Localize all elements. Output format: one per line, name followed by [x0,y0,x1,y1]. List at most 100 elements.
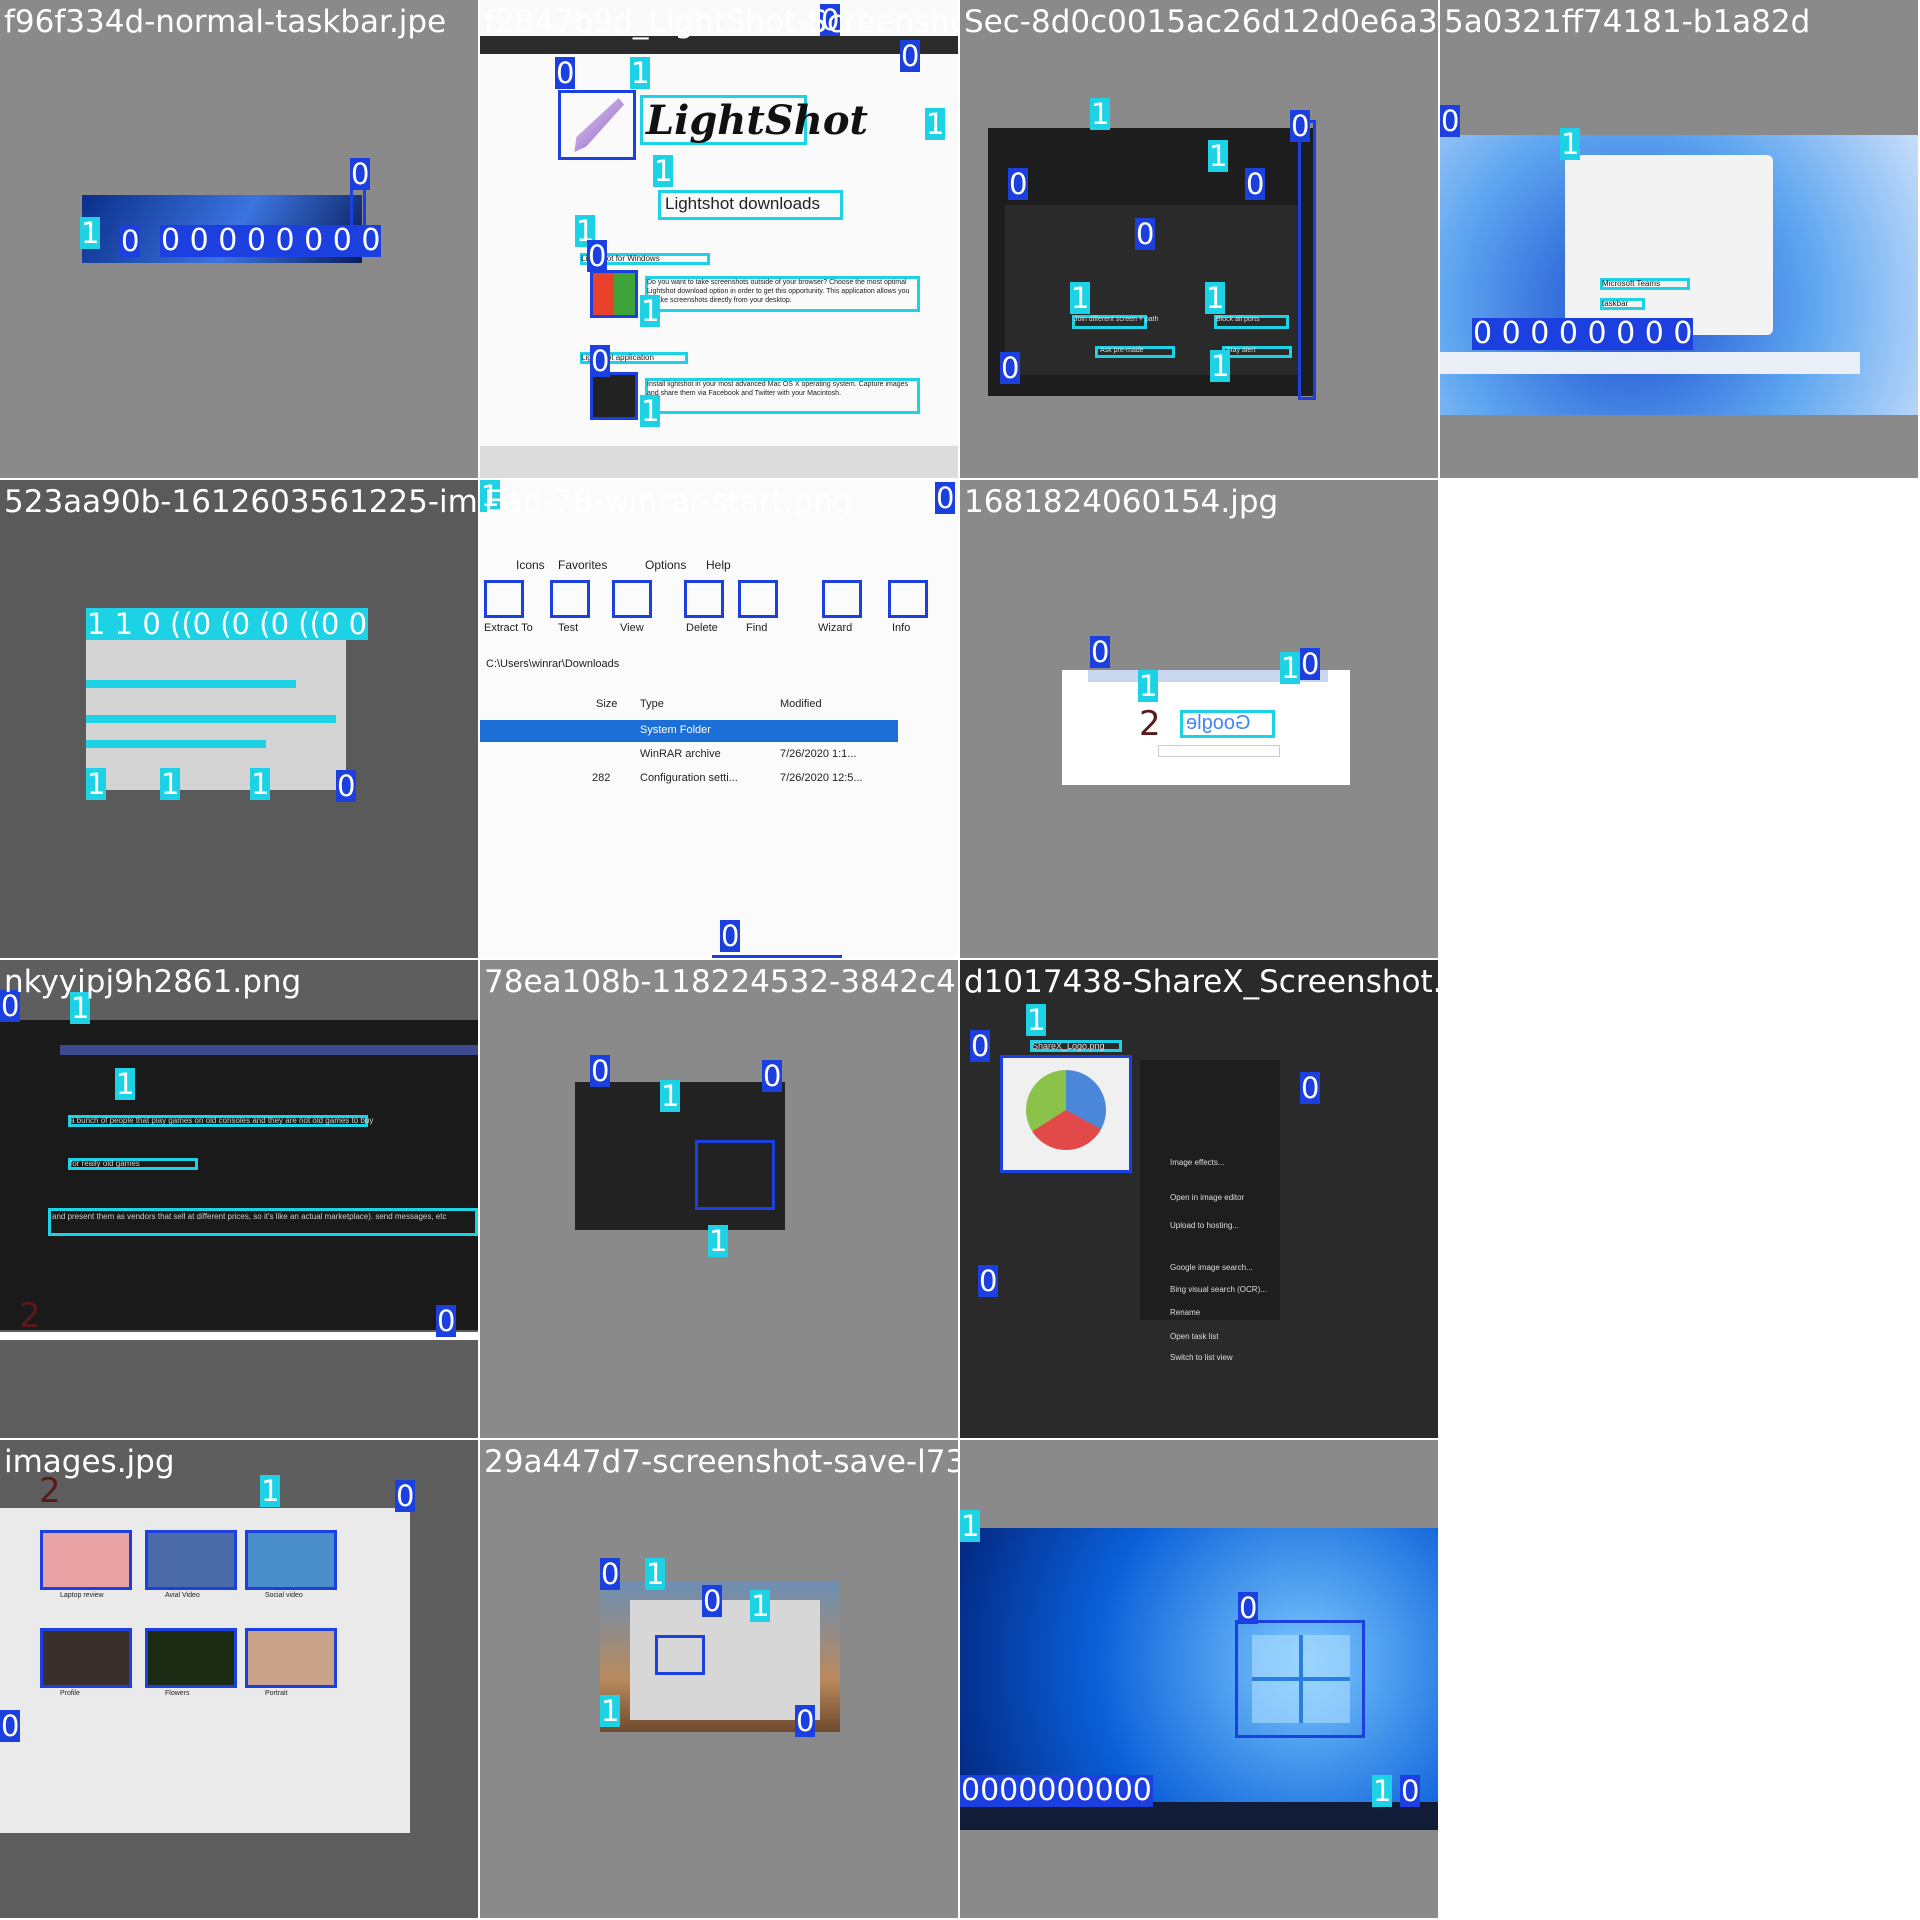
class-label: 0 [1135,217,1156,251]
class-label: 1 [1210,349,1231,383]
context-menu [1140,1060,1280,1320]
tb-extract[interactable]: Extract To [484,622,533,634]
windows-text: Do you want to take screenshots outside … [647,279,910,304]
add-icon[interactable] [484,580,524,618]
class-label: 2 [19,1296,41,1336]
tile-title: 78ea108b-118224532-3842c4001-6638-Shar [484,964,958,1000]
class-label: 1 1 0 ((0 (0 (0 ((0 0 [86,607,369,641]
class-label: 1 [600,1694,621,1728]
class-label: 1 [160,767,181,801]
class-label: 1 [250,767,271,801]
class-label: 1 [750,1589,771,1623]
class-label: 0 [350,157,371,191]
menu-item[interactable]: Open task list [1170,1332,1218,1341]
tb-info[interactable]: Info [892,622,910,634]
mac-text: Install lightshot in your most advanced … [647,381,909,397]
tb-delete[interactable]: Delete [686,622,718,634]
sec-button-2[interactable]: Block all ports [1216,316,1260,323]
menu-item-teams[interactable]: Microsoft Teams [1602,279,1660,288]
class-label: 2 [1139,704,1161,744]
text-line [86,715,336,723]
menu-item[interactable]: Switch to list view [1170,1353,1233,1362]
class-label: 1 [640,294,661,328]
context-menu [1565,155,1773,335]
class-label: 0 [1008,167,1029,201]
row-size: 282 [592,772,611,784]
menu-icons[interactable]: Icons [516,558,545,572]
class-label: 0 [336,769,357,803]
col-modified[interactable]: Modified [780,698,822,710]
thumbnail[interactable] [145,1628,237,1688]
tile-images-grid: images.jpg Laptop review Avial Video Soc… [0,1440,478,1918]
tile-lightshot: f2847b9d_LightShot-Screenshot-TAH-Downlo… [480,0,958,478]
reply-input[interactable] [0,1332,478,1340]
thumbnail[interactable] [245,1530,337,1590]
card-caption: Profile [60,1690,80,1697]
menu-favorites[interactable]: Favorites [558,558,607,572]
class-label: 1 [1280,651,1301,685]
windows-logo [590,270,638,318]
tile-winrar: Ead-78-winrar-start.png Icons Favorites … [480,480,958,958]
class-label: 1 [260,1474,281,1508]
tile-title: f96f334d-normal-taskbar.jpe [4,4,447,40]
scrollbar-box[interactable] [1298,120,1316,400]
class-label: 1 [86,767,107,801]
tb-wizard[interactable]: Wizard [818,622,852,634]
thumbnail[interactable] [40,1530,132,1590]
tile-win10-desktop: 0000000000 1 0 1 0 [960,1440,1438,1918]
delete-icon[interactable] [684,580,724,618]
row-modified: 7/26/2020 1:1... [780,748,857,760]
tile-empty [1440,480,1918,958]
tb-find[interactable]: Find [746,622,767,634]
col-size[interactable]: Size [596,698,617,710]
thumbnail[interactable] [245,1628,337,1688]
tile-screenshot-save: 29a447d7-screenshot-save-l73873q9k-800.p… [480,1440,958,1918]
sec-button-1[interactable]: Join different screen + path [1074,316,1159,323]
tile-dark-app: 78ea108b-118224532-3842c4001-6638-Shar 1… [480,960,958,1438]
menu-help[interactable]: Help [706,558,731,572]
col-type[interactable]: Type [640,698,664,710]
class-label: 0 [762,1059,783,1093]
card-caption: Avial Video [165,1592,200,1599]
class-label: 0 0 0 0 0 0 0 0 [160,223,382,258]
view-icon[interactable] [612,580,652,618]
menu-item[interactable]: Upload to hosting... [1170,1221,1239,1230]
tile-title: Sec-8d0c0015ac26d12d0e6a35f474c05a8d2e3-… [964,4,1438,40]
class-label: 0 [970,1029,991,1063]
menu-item[interactable]: Image effects... [1170,1158,1225,1167]
class-label: 1 [1138,669,1159,703]
wizard-icon[interactable] [822,580,862,618]
class-label: 1 [708,1224,729,1258]
preview-box [695,1140,775,1210]
menu-item-taskbar[interactable]: taskbar [1602,299,1628,308]
row-name: WinRAR archive [640,748,721,760]
tile-title: d1017438-ShareX_Screenshot.png [964,964,1438,1000]
info-icon[interactable] [888,580,928,618]
menu-options[interactable]: Options [645,558,686,572]
thumbnail[interactable] [145,1530,237,1590]
test-icon[interactable] [550,580,590,618]
row-name: Configuration setti... [640,772,738,784]
row-modified: 7/26/2020 12:5... [780,772,863,784]
class-label: 0 [1090,635,1111,669]
menu-item[interactable]: Bing visual search (OCR)... [1170,1285,1267,1294]
class-label: 0 [0,1709,21,1743]
find-icon[interactable] [738,580,778,618]
card-caption: Laptop review [60,1592,104,1599]
class-label: 1 [630,56,651,90]
menu-item[interactable]: Google image search... [1170,1263,1253,1272]
class-label: 1 [1372,1774,1393,1808]
class-label: 1 [1205,281,1226,315]
sec-button-3[interactable]: Ask pre-made [1100,347,1144,354]
menu-item[interactable]: Rename [1170,1308,1200,1317]
tb-test[interactable]: Test [558,622,578,634]
class-label: 0 [1290,109,1311,143]
menu-item[interactable]: Open in image editor [1170,1193,1244,1202]
tb-view[interactable]: View [620,622,644,634]
path-bar[interactable]: C:\Users\winrar\Downloads [486,658,619,670]
search-input[interactable] [1158,745,1280,757]
thumbnail[interactable] [40,1628,132,1688]
card-caption: Social video [265,1592,303,1599]
brand-text: LightShot [646,97,868,144]
class-label: 0000000000 [960,1773,1153,1808]
